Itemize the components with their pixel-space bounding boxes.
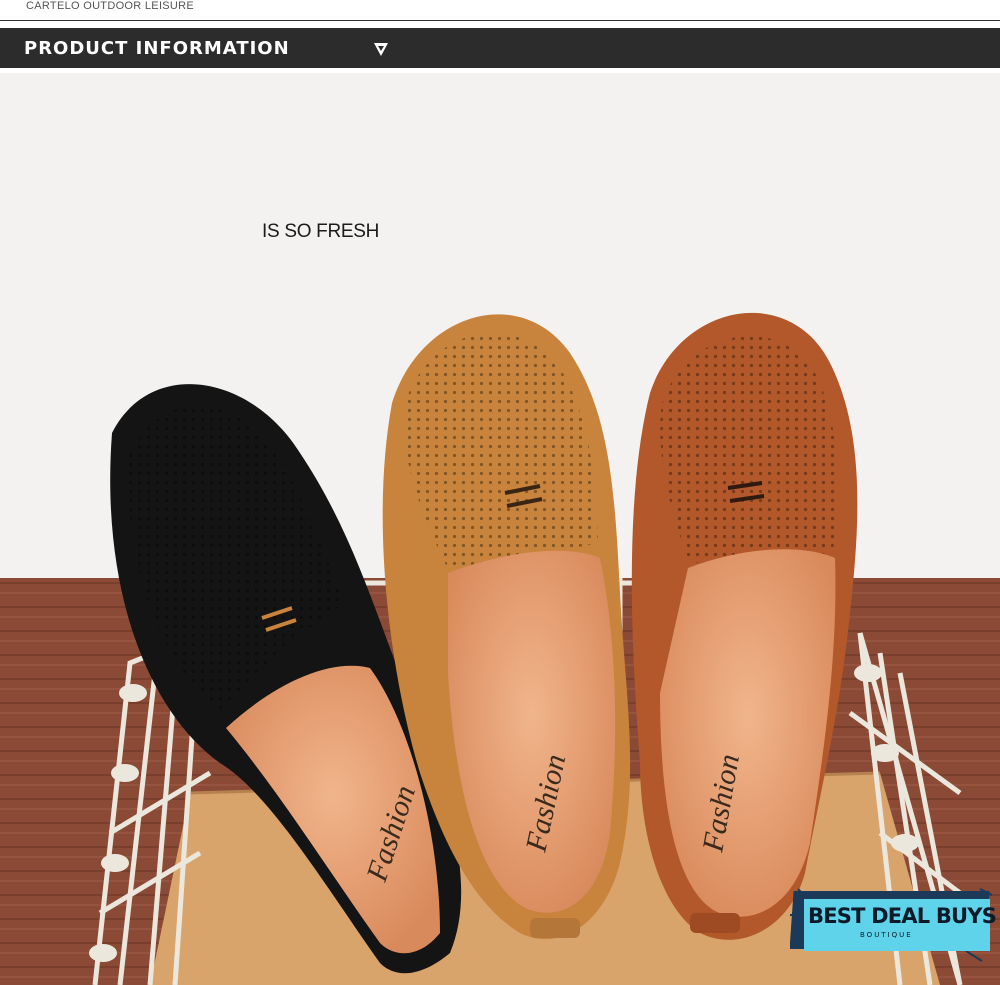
section-title: PRODUCT INFORMATION <box>24 38 290 59</box>
best-deal-buys-badge: BEST DEAL BUYS BOUTIQUE <box>790 885 997 963</box>
badge-subtitle: BOUTIQUE <box>860 931 913 939</box>
product-photo: Fashion Fashion Fashion IS SO FRESH <box>0 73 1000 985</box>
photo-caption: IS SO FRESH <box>262 221 380 242</box>
badge-title: BEST DEAL BUYS <box>808 904 997 928</box>
chevron-down-icon[interactable] <box>371 39 391 59</box>
brand-name: CARTELO OUTDOOR LEISURE <box>26 0 195 12</box>
product-information-bar[interactable]: PRODUCT INFORMATION <box>0 28 1000 68</box>
brand-strip: CARTELO OUTDOOR LEISURE <box>0 0 1000 21</box>
